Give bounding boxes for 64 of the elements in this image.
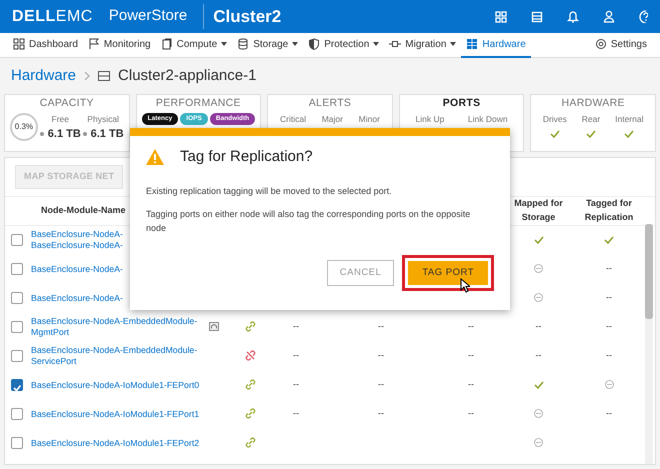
table-cell-text: -- (377, 407, 385, 420)
cluster-name: Cluster2 (203, 4, 282, 30)
table-cell-text: -- (605, 349, 613, 362)
metric-label: Free (52, 112, 70, 126)
table-cell-text: -- (377, 378, 385, 392)
card-title: PORTS (442, 96, 482, 111)
table-cell-text: -- (467, 349, 475, 362)
metric-label: Link Down (468, 112, 508, 126)
port-name-link[interactable]: BaseEnclosure-NodeA-EmbeddedModule- ServicePort (31, 345, 209, 367)
card-title: HARDWARE (560, 96, 626, 111)
table-cell-text: -- (605, 320, 613, 334)
table-cell-text: -- (534, 320, 542, 334)
table-cell-text: -- (292, 349, 300, 362)
metric-label: Minor (358, 112, 380, 126)
metric-label: Critical (280, 112, 306, 126)
breadcrumb-link[interactable]: Hardware (11, 64, 76, 88)
percent-ring: 0.3% (10, 113, 38, 142)
port-name-link[interactable]: BaseEnclosure-NodeA-IoModule1-FEPort0 (31, 380, 209, 390)
table-cell-text: -- (377, 349, 385, 362)
card-title: CAPACITY (38, 96, 95, 111)
metric-label: Link Up (416, 112, 444, 126)
table-cell-text: -- (534, 349, 542, 362)
cancel-button[interactable]: CANCEL (326, 260, 394, 286)
metric-label: Rear (582, 112, 600, 126)
metric-label: Major (322, 112, 343, 126)
page-title: Cluster2-appliance-1 (118, 66, 256, 86)
card-title: ALERTS (308, 96, 352, 111)
metric-value: 6.1 TB (48, 126, 81, 142)
settings-link[interactable]: Settings (590, 32, 652, 58)
nav-tab[interactable]: Migration (384, 32, 462, 58)
nav-tab[interactable]: Protection (303, 32, 384, 58)
card-title: PERFORMANCE (154, 96, 242, 111)
port-name-link[interactable]: BaseEnclosure-NodeA-IoModule1-FEPort1 (31, 408, 209, 420)
port-name-link[interactable]: BaseEnclosure-NodeA-IoModule1-FEPort2 (31, 438, 209, 448)
column-header: Node-Module-Name (41, 204, 126, 217)
nav-tab[interactable]: Dashboard (8, 32, 83, 58)
summary-card[interactable]: CAPACITY 0.3% Free 6.1 TB Physical 6.1 TB (4, 94, 130, 152)
table-cell-text: -- (377, 320, 385, 334)
metric-label: Drives (542, 112, 567, 126)
column-header: Tagged for Replication (584, 197, 634, 224)
product-name: PowerStore (108, 6, 188, 26)
dialog-text: Existing replication tagging will be moved to the selected port. (146, 184, 393, 198)
table-cell-text: -- (605, 291, 613, 304)
nav-tab[interactable]: Compute (156, 32, 232, 58)
dialog-text: Tagging ports on either node will also tag the corresponding ports on the opposite node (146, 208, 472, 234)
table-cell-text: -- (292, 320, 300, 334)
table-cell-text: -- (467, 320, 475, 334)
tag-port-button[interactable]: TAG PORT (408, 261, 488, 286)
summary-card[interactable]: HARDWARE Drives Rear Internal (530, 94, 656, 152)
nav-tab[interactable]: Monitoring (82, 32, 156, 58)
metric-label: Internal (615, 112, 644, 126)
table-cell-text: -- (467, 378, 475, 392)
metric-label: Physical (87, 112, 119, 126)
port-name-link[interactable]: BaseEnclosure-NodeA-EmbeddedModule- MgmtPort (31, 316, 209, 338)
column-header: Mapped for Storage (513, 197, 564, 224)
table-cell-text: -- (292, 407, 300, 420)
table-cell-text: -- (605, 262, 613, 276)
table-cell-text: -- (292, 378, 300, 392)
logo: DELLEMC (12, 6, 93, 26)
metric-value: 6.1 TB (90, 126, 124, 142)
nav-tab[interactable]: Storage (232, 32, 304, 58)
table-cell-text: -- (605, 407, 613, 420)
nav-tab[interactable]: Hardware (461, 32, 531, 58)
table-cell-text: -- (467, 407, 475, 420)
